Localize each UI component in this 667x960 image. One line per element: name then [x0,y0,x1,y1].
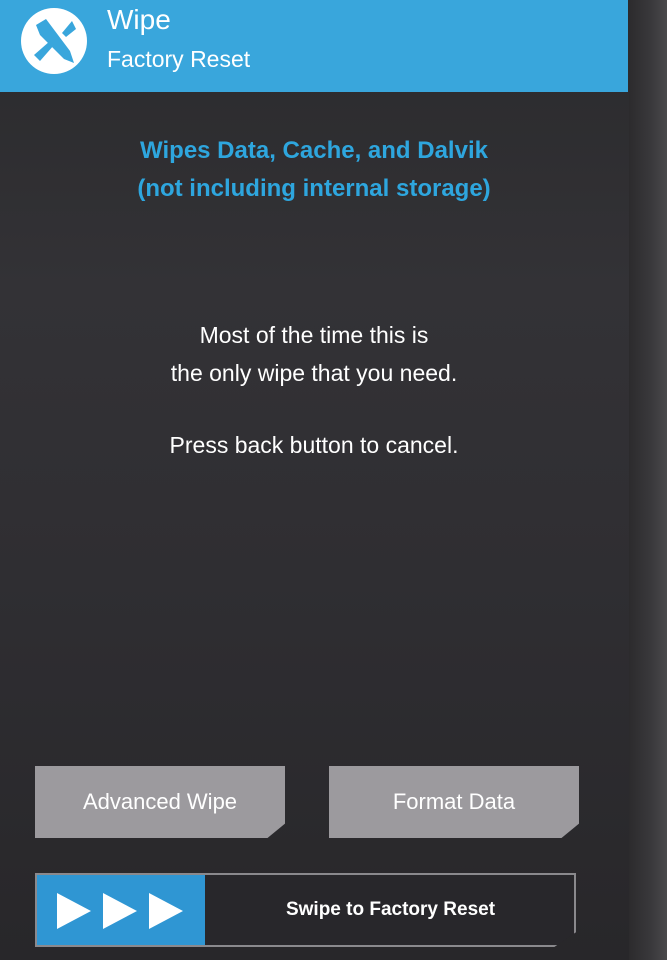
format-data-button[interactable]: Format Data [329,766,579,838]
message-line-1: Most of the time this is [199,322,429,348]
message-line-2: the only wipe that you need. [170,360,458,386]
page-subtitle: Factory Reset [107,46,251,72]
wipe-info-line-1: Wipes Data, Cache, and Dalvik [140,137,488,164]
swipe-label: Swipe to Factory Reset [285,899,496,920]
message-line-3: Press back button to cancel. [169,432,459,458]
device-bezel [629,0,667,960]
wipe-info-line-2: (not including internal storage) [137,175,491,202]
advanced-wipe-button[interactable]: Advanced Wipe [35,766,285,838]
triple-play-arrow-icon [57,893,183,929]
header-bar: Wipe Factory Reset [0,0,628,92]
wipe-info: Wipes Data, Cache, and Dalvik (not inclu… [0,132,628,208]
wipe-message: Most of the time this is the only wipe t… [0,316,628,464]
page-title: Wipe [107,4,171,35]
twrp-logo-icon [21,8,87,74]
swipe-handle[interactable] [37,875,205,945]
recovery-screen: Wipe Factory Reset Wipes Data, Cache, an… [0,0,667,960]
swipe-to-factory-reset-slider[interactable]: Swipe to Factory Reset [35,873,576,947]
